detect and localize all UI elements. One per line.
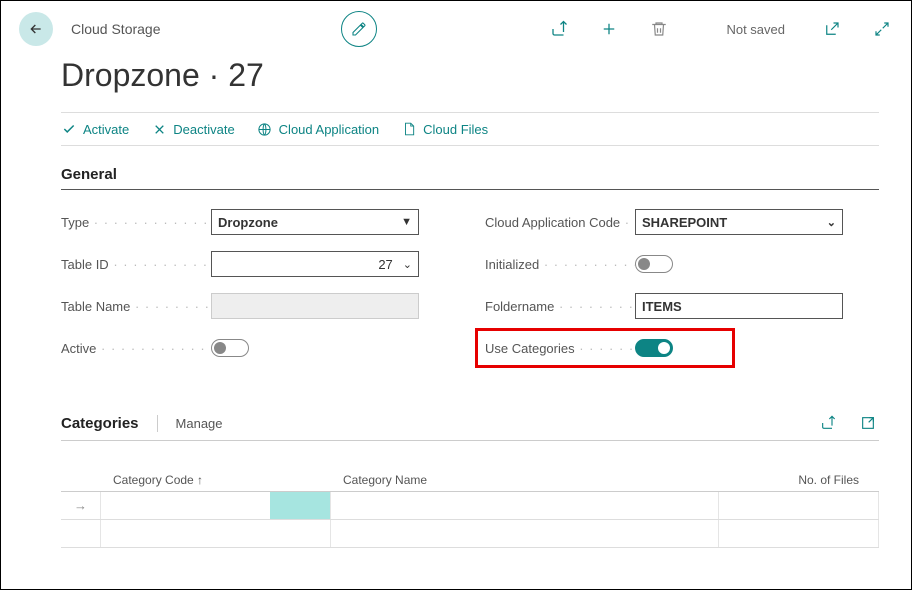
use-categories-toggle[interactable] (635, 339, 673, 357)
categories-expand-button[interactable] (857, 412, 879, 434)
table-row[interactable]: → (61, 492, 879, 520)
initialized-toggle[interactable] (635, 255, 673, 273)
table-name-label: Table Name (61, 299, 211, 314)
plus-icon (600, 20, 618, 38)
cloud-application-action[interactable]: Cloud Application (257, 121, 379, 137)
chevron-down-icon: ⌄ (827, 216, 836, 229)
row-arrow-icon: → (61, 492, 101, 519)
expand-icon (873, 20, 891, 38)
cloud-app-code-select[interactable]: SHAREPOINT ⌄ (635, 209, 843, 235)
file-icon (401, 121, 417, 137)
initialized-label: Initialized (485, 257, 635, 272)
deactivate-label: Deactivate (173, 122, 234, 137)
chevron-down-icon: ▼ (401, 216, 412, 228)
share-icon (820, 415, 836, 431)
use-categories-label: Use Categories (485, 341, 635, 356)
trash-icon (650, 20, 668, 38)
deactivate-action[interactable]: Deactivate (151, 121, 234, 137)
edit-button[interactable] (341, 11, 377, 47)
globe-icon (257, 121, 273, 137)
delete-button[interactable] (648, 18, 670, 40)
foldername-label: Foldername (485, 299, 635, 314)
cell-category-name[interactable] (331, 492, 719, 519)
table-row[interactable] (61, 520, 879, 548)
arrow-left-icon (28, 21, 44, 37)
table-id-value: 27 (378, 257, 392, 272)
type-value: Dropzone (218, 215, 278, 230)
pencil-icon (351, 21, 367, 37)
back-button[interactable] (19, 12, 53, 46)
cloud-app-code-value: SHAREPOINT (642, 215, 727, 230)
new-button[interactable] (598, 18, 620, 40)
cell-category-code[interactable] (101, 492, 331, 519)
x-icon (151, 121, 167, 137)
active-toggle[interactable] (211, 339, 249, 357)
categories-section-title: Categories (61, 415, 158, 432)
cell-category-code[interactable] (101, 520, 331, 547)
page-title: Dropzone · 27 (1, 57, 911, 106)
table-name-input[interactable] (211, 293, 419, 319)
chevron-down-icon: ⌄ (403, 258, 412, 271)
cloud-files-action[interactable]: Cloud Files (401, 121, 488, 137)
popout-button[interactable] (821, 18, 843, 40)
active-label: Active (61, 341, 211, 356)
column-category-code[interactable]: Category Code ↑ (101, 473, 331, 487)
manage-link[interactable]: Manage (158, 416, 223, 431)
type-label: Type (61, 215, 211, 230)
table-id-input[interactable]: 27 ⌄ (211, 251, 419, 277)
column-category-name[interactable]: Category Name (331, 473, 719, 487)
general-section-title: General (61, 166, 879, 190)
popout-icon (860, 415, 876, 431)
activate-label: Activate (83, 122, 129, 137)
type-select[interactable]: Dropzone ▼ (211, 209, 419, 235)
table-header: Category Code ↑ Category Name No. of Fil… (61, 469, 879, 492)
breadcrumb[interactable]: Cloud Storage (71, 21, 161, 37)
cloud-files-label: Cloud Files (423, 122, 488, 137)
share-button[interactable] (548, 18, 570, 40)
cloud-app-code-label: Cloud Application Code (485, 215, 635, 230)
cell-no-of-files[interactable] (719, 520, 879, 547)
cell-category-name[interactable] (331, 520, 719, 547)
foldername-input[interactable]: ITEMS (635, 293, 843, 319)
column-no-of-files[interactable]: No. of Files (719, 473, 879, 487)
popout-icon (823, 20, 841, 38)
categories-share-button[interactable] (817, 412, 839, 434)
foldername-value: ITEMS (642, 299, 682, 314)
share-icon (550, 20, 568, 38)
cell-no-of-files[interactable] (719, 492, 879, 519)
expand-button[interactable] (871, 18, 893, 40)
cloud-application-label: Cloud Application (279, 122, 379, 137)
table-id-label: Table ID (61, 257, 211, 272)
check-icon (61, 121, 77, 137)
save-status: Not saved (726, 22, 785, 37)
activate-action[interactable]: Activate (61, 121, 129, 137)
